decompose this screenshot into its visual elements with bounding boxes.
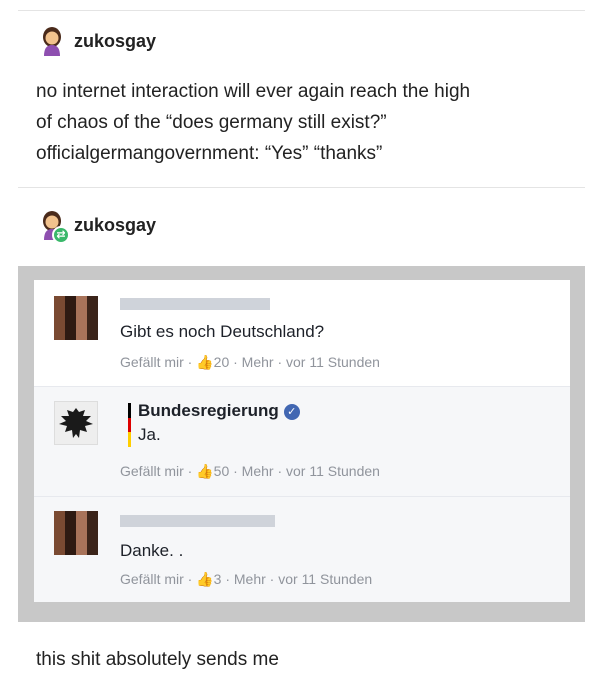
comment-meta[interactable]: Gefällt mir · 👍20 · Mehr · vor 11 Stunde… [120,354,380,371]
comment-text: Gibt es noch Deutschland? [120,322,325,341]
woman-emoji-icon[interactable]: ⇄ [38,210,70,244]
blurred-avatar [54,511,98,555]
federal-eagle-icon [54,401,98,445]
reblog-icon: ⇄ [52,226,70,244]
verified-check-icon: ✓ [283,404,300,420]
post-author[interactable]: zukosgay [74,31,156,52]
post-divider [18,187,585,188]
reblog-author[interactable]: zukosgay [74,215,156,236]
page-name-label[interactable]: Bundesregierung [138,401,279,420]
reblog-header: ⇄ zukosgay [38,210,156,244]
facebook-screenshot: Gibt es noch Deutschland? Gefällt mir · … [18,266,585,622]
comment-meta[interactable]: Gefällt mir · 👍50 · Mehr · vor 11 Stunde… [120,463,380,480]
woman-emoji-icon[interactable] [38,26,66,56]
post-body: no internet interaction will ever again … [36,76,576,169]
blurred-avatar [54,296,98,340]
post-text-line: no internet interaction will ever again … [36,81,471,102]
blurred-name [120,515,275,527]
post-header: zukosgay [38,26,156,56]
post-text-line: officialgermangovernment: “Yes” “thanks” [36,143,383,164]
comment-text: Ja. [138,425,161,444]
comment-meta[interactable]: Gefällt mir · 👍3 · Mehr · vor 11 Stunden [120,571,372,588]
comment-item: Danke. . Gefällt mir · 👍3 · Mehr · vor 1… [34,496,570,602]
comment-text: Danke. . [120,541,184,560]
german-flag-bar [128,403,131,447]
comment-item: Gibt es noch Deutschland? Gefällt mir · … [34,280,570,386]
page-name[interactable]: Bundesregierung ✓ [138,401,300,421]
facebook-comments: Gibt es noch Deutschland? Gefällt mir · … [34,280,570,602]
top-divider [18,10,585,11]
post-text-line: of chaos of the “does germany still exis… [36,112,387,133]
comment-item: Bundesregierung ✓ Ja. Gefällt mir · 👍50 ·… [34,386,570,496]
reblog-text: this shit absolutely sends me [36,649,279,670]
blurred-name [120,298,270,310]
